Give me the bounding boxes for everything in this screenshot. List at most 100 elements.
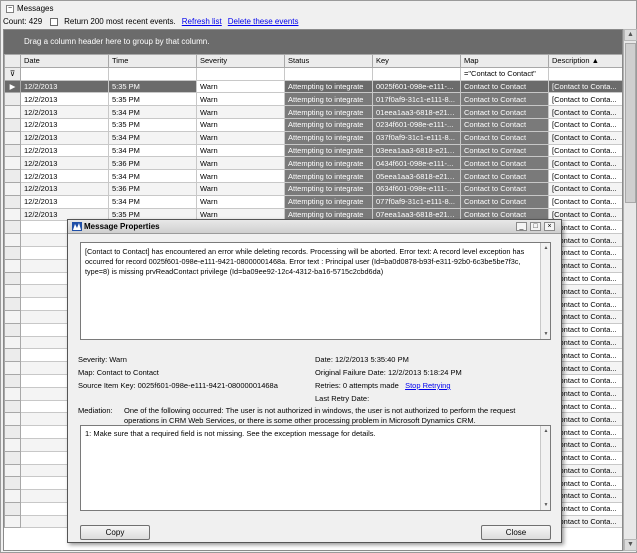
cell-severity[interactable]: Warn	[196, 194, 285, 209]
column-header-description[interactable]: Description ▲	[548, 54, 622, 68]
table-row[interactable]: 12/2/2013 5:35 PM Warn Attempting to integr…	[4, 117, 622, 132]
cell-key[interactable]: 0434f601-098e-e111-...	[372, 156, 461, 171]
maximize-icon[interactable]: □	[530, 222, 541, 231]
filter-cell-map[interactable]: ="Contact to Contact"	[460, 66, 549, 81]
cell-status[interactable]: Attempting to integrate	[284, 143, 373, 158]
cell-time[interactable]: 5:34 PM	[108, 169, 197, 183]
row-indicator[interactable]	[4, 348, 21, 363]
filter-cell-date[interactable]	[20, 66, 109, 81]
cell-severity[interactable]: Warn	[196, 169, 285, 183]
cell-status[interactable]: Attempting to integrate	[284, 117, 373, 132]
cell-date[interactable]: 12/2/2013	[20, 194, 109, 209]
current-row-indicator-icon[interactable]: ▶	[4, 79, 21, 94]
resolution-scrollbar[interactable]: ▲ ▼	[540, 426, 550, 510]
row-indicator[interactable]	[4, 207, 21, 222]
row-indicator[interactable]	[4, 501, 21, 516]
cell-key[interactable]: 0634f601-098e-e111-...	[372, 181, 461, 196]
row-indicator[interactable]	[4, 233, 21, 247]
column-header-date[interactable]: Date	[20, 54, 109, 68]
filter-cell-time[interactable]	[108, 66, 197, 81]
table-row[interactable]: 12/2/2013 5:34 PM Warn Attempting to integr…	[4, 194, 622, 209]
table-row[interactable]: 12/2/2013 5:36 PM Warn Attempting to integr…	[4, 156, 622, 171]
row-indicator[interactable]	[4, 425, 21, 439]
cell-time[interactable]: 5:35 PM	[108, 117, 197, 132]
cell-key[interactable]: 0025f601-098e-e111-...	[372, 79, 461, 94]
row-indicator[interactable]	[4, 194, 21, 209]
filter-cell-severity[interactable]	[196, 66, 285, 81]
row-indicator[interactable]	[4, 309, 21, 324]
column-header-severity[interactable]: Severity	[196, 54, 285, 68]
row-indicator[interactable]	[4, 245, 21, 260]
row-indicator[interactable]	[4, 92, 21, 107]
error-message-box[interactable]: [Contact to Contact] has encountered an …	[80, 242, 551, 340]
group-by-panel[interactable]: Drag a column header here to group by th…	[4, 30, 622, 54]
cell-severity[interactable]: Warn	[196, 156, 285, 171]
cell-map[interactable]: Contact to Contact	[460, 194, 549, 209]
cell-key[interactable]: 01eea1aa3-6818-e211-...	[372, 105, 461, 119]
cell-key[interactable]: 03eea1aa3-6818-e211-...	[372, 143, 461, 158]
column-header-status[interactable]: Status	[284, 54, 373, 68]
resolution-scroll-down-icon[interactable]: ▼	[542, 501, 550, 509]
cell-key[interactable]: 077f0af9-31c1-e111-8...	[372, 194, 461, 209]
column-header-key[interactable]: Key	[372, 54, 461, 68]
scroll-up-arrow-icon[interactable]: ▲	[624, 29, 637, 41]
cell-description[interactable]: [Contact to Conta...	[548, 169, 622, 183]
cell-severity[interactable]: Warn	[196, 130, 285, 145]
row-indicator[interactable]	[4, 386, 21, 401]
cell-status[interactable]: Attempting to integrate	[284, 130, 373, 145]
cell-description[interactable]: [Contact to Conta...	[548, 156, 622, 171]
table-row[interactable]: 12/2/2013 5:34 PM Warn Attempting to integr…	[4, 130, 622, 145]
cell-map[interactable]: Contact to Contact	[460, 143, 549, 158]
column-header-map[interactable]: Map	[460, 54, 549, 68]
cell-time[interactable]: 5:35 PM	[108, 92, 197, 107]
row-indicator[interactable]	[4, 399, 21, 414]
cell-description[interactable]: [Contact to Conta...	[548, 105, 622, 119]
cell-severity[interactable]: Warn	[196, 79, 285, 94]
cell-date[interactable]: 12/2/2013	[20, 130, 109, 145]
resolution-scroll-up-icon[interactable]: ▲	[542, 427, 550, 435]
cell-status[interactable]: Attempting to integrate	[284, 156, 373, 171]
row-indicator[interactable]	[4, 322, 21, 337]
cell-time[interactable]: 5:34 PM	[108, 143, 197, 158]
row-indicator[interactable]	[4, 373, 21, 388]
cell-date[interactable]: 12/2/2013	[20, 143, 109, 158]
cell-time[interactable]: 5:34 PM	[108, 194, 197, 209]
row-indicator[interactable]	[4, 335, 21, 350]
row-indicator[interactable]	[4, 117, 21, 132]
row-indicator[interactable]	[4, 169, 21, 183]
table-row[interactable]: 12/2/2013 5:36 PM Warn Attempting to integr…	[4, 181, 622, 196]
cell-description[interactable]: [Contact to Conta...	[548, 143, 622, 158]
minimize-icon[interactable]: _	[516, 222, 527, 231]
column-header-time[interactable]: Time	[108, 54, 197, 68]
row-indicator[interactable]	[4, 105, 21, 119]
row-indicator[interactable]	[4, 476, 21, 491]
cell-severity[interactable]: Warn	[196, 92, 285, 107]
table-row[interactable]: ▶ 12/2/2013 5:35 PM Warn Attempting to integ…	[4, 79, 622, 94]
cell-date[interactable]: 12/2/2013	[20, 92, 109, 107]
cell-severity[interactable]: Warn	[196, 105, 285, 119]
cell-description[interactable]: [Contact to Conta...	[548, 194, 622, 209]
cell-map[interactable]: Contact to Contact	[460, 156, 549, 171]
cell-time[interactable]: 5:34 PM	[108, 105, 197, 119]
row-indicator[interactable]	[4, 156, 21, 171]
cell-map[interactable]: Contact to Contact	[460, 79, 549, 94]
cell-date[interactable]: 12/2/2013	[20, 105, 109, 119]
row-indicator[interactable]	[4, 181, 21, 196]
cell-description[interactable]: [Contact to Conta...	[548, 130, 622, 145]
table-row[interactable]: 12/2/2013 5:34 PM Warn Attempting to integr…	[4, 169, 622, 183]
table-row[interactable]: 12/2/2013 5:35 PM Warn Attempting to integr…	[4, 92, 622, 107]
cell-severity[interactable]: Warn	[196, 181, 285, 196]
collapse-icon[interactable]: −	[6, 5, 14, 13]
cell-description[interactable]: [Contact to Conta...	[548, 92, 622, 107]
cell-map[interactable]: Contact to Contact	[460, 181, 549, 196]
cell-map[interactable]: Contact to Contact	[460, 130, 549, 145]
dialog-titlebar[interactable]: Message Properties _ □ ×	[68, 220, 561, 234]
cell-description[interactable]: [Contact to Conta...	[548, 117, 622, 132]
cell-key[interactable]: 017f0af9-31c1-e111-8...	[372, 92, 461, 107]
filter-icon[interactable]: ⊽	[4, 66, 21, 81]
cell-time[interactable]: 5:35 PM	[108, 79, 197, 94]
cell-status[interactable]: Attempting to integrate	[284, 181, 373, 196]
cell-map[interactable]: Contact to Contact	[460, 169, 549, 183]
cell-status[interactable]: Attempting to integrate	[284, 194, 373, 209]
refresh-list-link[interactable]: Refresh list	[182, 16, 222, 28]
